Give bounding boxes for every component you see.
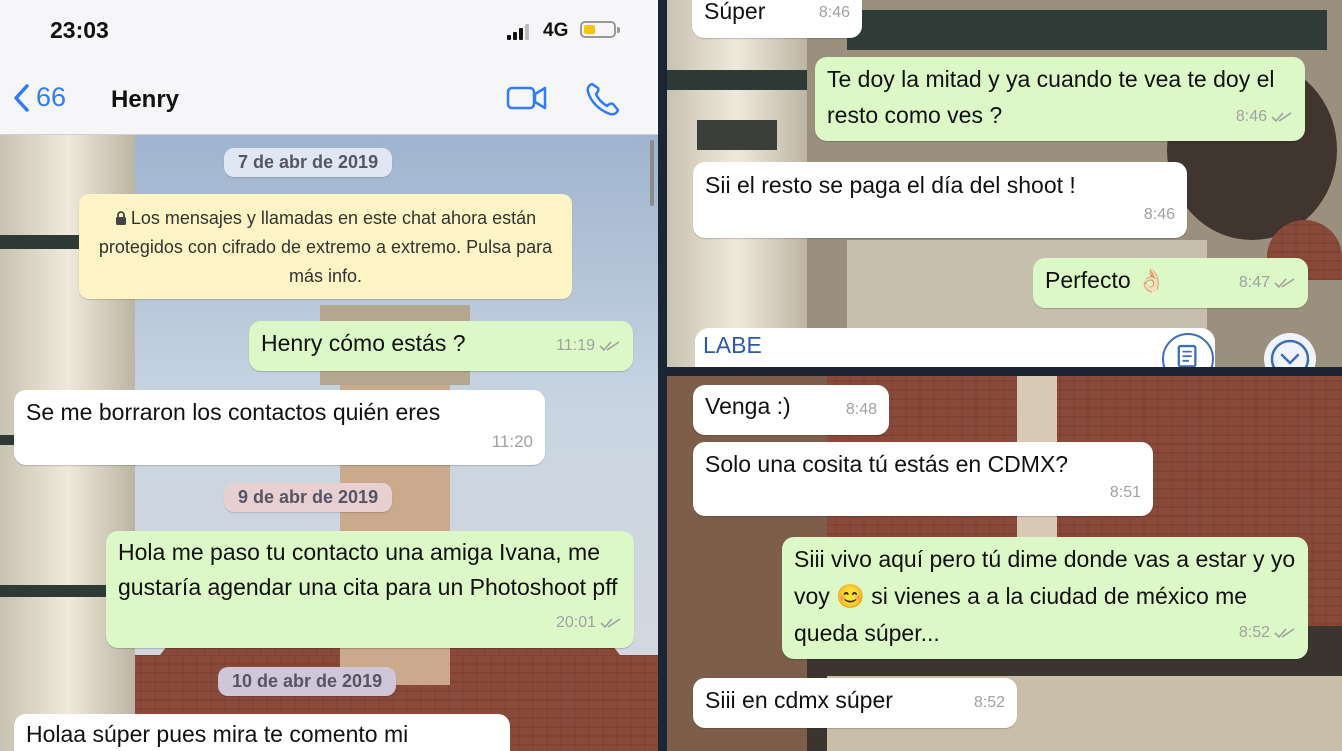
double-check-icon <box>599 340 620 351</box>
status-bar: 23:03 4G <box>0 0 658 62</box>
double-check-icon <box>1274 277 1295 288</box>
left-screenshot: 23:03 4G 66 Henry 7 de abr de 2019 Los m… <box>0 0 658 751</box>
document-icon[interactable] <box>1162 333 1214 367</box>
signal-icon <box>507 24 533 40</box>
message-bubble[interactable]: Siii vivo aquí pero tú dime donde vas a … <box>782 537 1308 659</box>
message-bubble[interactable]: Venga :) 8:48 <box>693 385 889 435</box>
bottom-right-screenshot: Venga :) 8:48 Solo una cosita tú estás e… <box>667 376 1342 751</box>
lock-icon <box>115 211 126 225</box>
message-time: 8:48 <box>845 401 877 418</box>
message-text: Hola me paso tu contacto una amiga Ivana… <box>118 539 618 600</box>
date-chip: 7 de abr de 2019 <box>224 148 393 177</box>
message-text: Siii en cdmx súper <box>705 687 893 713</box>
message-bubble[interactable]: Henry cómo estás ? 11:19 <box>249 321 633 371</box>
message-text: Henry cómo estás ? <box>261 330 466 356</box>
encryption-notice-text: Los mensajes y llamadas en este chat aho… <box>98 208 553 286</box>
top-right-screenshot: Súper 8:46 Te doy la mitad y ya cuando t… <box>667 0 1342 367</box>
message-time: 8:47 <box>1238 274 1270 291</box>
message-text: Venga :) <box>705 393 791 419</box>
message-time: 8:51 <box>1109 484 1141 501</box>
message-bubble[interactable]: Siii en cdmx súper 8:52 <box>693 678 1017 728</box>
message-time: 8:52 <box>1238 624 1270 641</box>
message-input-text: LABE <box>703 332 762 358</box>
battery-icon <box>580 21 620 38</box>
double-check-icon <box>1274 627 1295 638</box>
message-time: 8:52 <box>973 694 1005 711</box>
message-text: Se me borraron los contactos quién eres <box>26 399 441 425</box>
message-text: Perfecto 👌🏻 <box>1045 267 1166 293</box>
message-text: Súper <box>704 0 766 24</box>
message-time: 11:20 <box>491 432 533 451</box>
message-bubble[interactable]: Te doy la mitad y ya cuando te vea te do… <box>815 57 1305 141</box>
back-count: 66 <box>36 82 67 112</box>
message-text: Sii el resto se paga el día del shoot ! <box>705 172 1076 198</box>
scroll-down-icon[interactable] <box>1264 333 1316 367</box>
message-bubble[interactable]: Holaa súper pues mira te comento mi <box>14 714 510 751</box>
video-call-icon[interactable] <box>506 80 548 114</box>
date-chip: 10 de abr de 2019 <box>218 667 397 696</box>
double-check-icon <box>1271 112 1292 123</box>
message-bubble[interactable]: Se me borraron los contactos quién eres … <box>14 390 545 465</box>
contact-name[interactable]: Henry <box>111 86 179 114</box>
message-text: Siii vivo aquí pero tú dime donde vas a … <box>794 546 1296 646</box>
message-input[interactable]: LABE <box>695 328 1215 367</box>
double-check-icon <box>600 617 621 628</box>
message-time: 8:46 <box>1235 108 1267 125</box>
message-time: 20:01 <box>555 614 596 631</box>
message-bubble[interactable]: Perfecto 👌🏻 8:47 <box>1033 258 1308 308</box>
encryption-notice[interactable]: Los mensajes y llamadas en este chat aho… <box>79 194 572 299</box>
phone-icon[interactable] <box>584 80 622 118</box>
message-bubble[interactable]: Hola me paso tu contacto una amiga Ivana… <box>106 531 634 648</box>
date-chip: 9 de abr de 2019 <box>224 483 393 512</box>
back-button[interactable]: 66 <box>12 82 66 113</box>
message-bubble[interactable]: Súper 8:46 <box>692 0 862 38</box>
message-bubble[interactable]: Sii el resto se paga el día del shoot ! … <box>693 162 1187 238</box>
chevron-left-icon <box>14 83 29 112</box>
scrollbar[interactable] <box>650 140 654 206</box>
chat-header: 66 Henry <box>0 62 658 135</box>
status-time: 23:03 <box>50 17 109 43</box>
message-time: 8:46 <box>1143 206 1175 223</box>
message-time: 8:46 <box>818 4 850 21</box>
message-text: Holaa súper pues mira te comento mi <box>26 721 409 747</box>
message-text: Solo una cosita tú estás en CDMX? <box>705 451 1069 477</box>
network-type: 4G <box>543 20 569 41</box>
message-bubble[interactable]: Solo una cosita tú estás en CDMX? 8:51 <box>693 442 1153 516</box>
message-text: Te doy la mitad y ya cuando te vea te do… <box>827 66 1275 128</box>
message-time: 11:19 <box>556 337 595 354</box>
